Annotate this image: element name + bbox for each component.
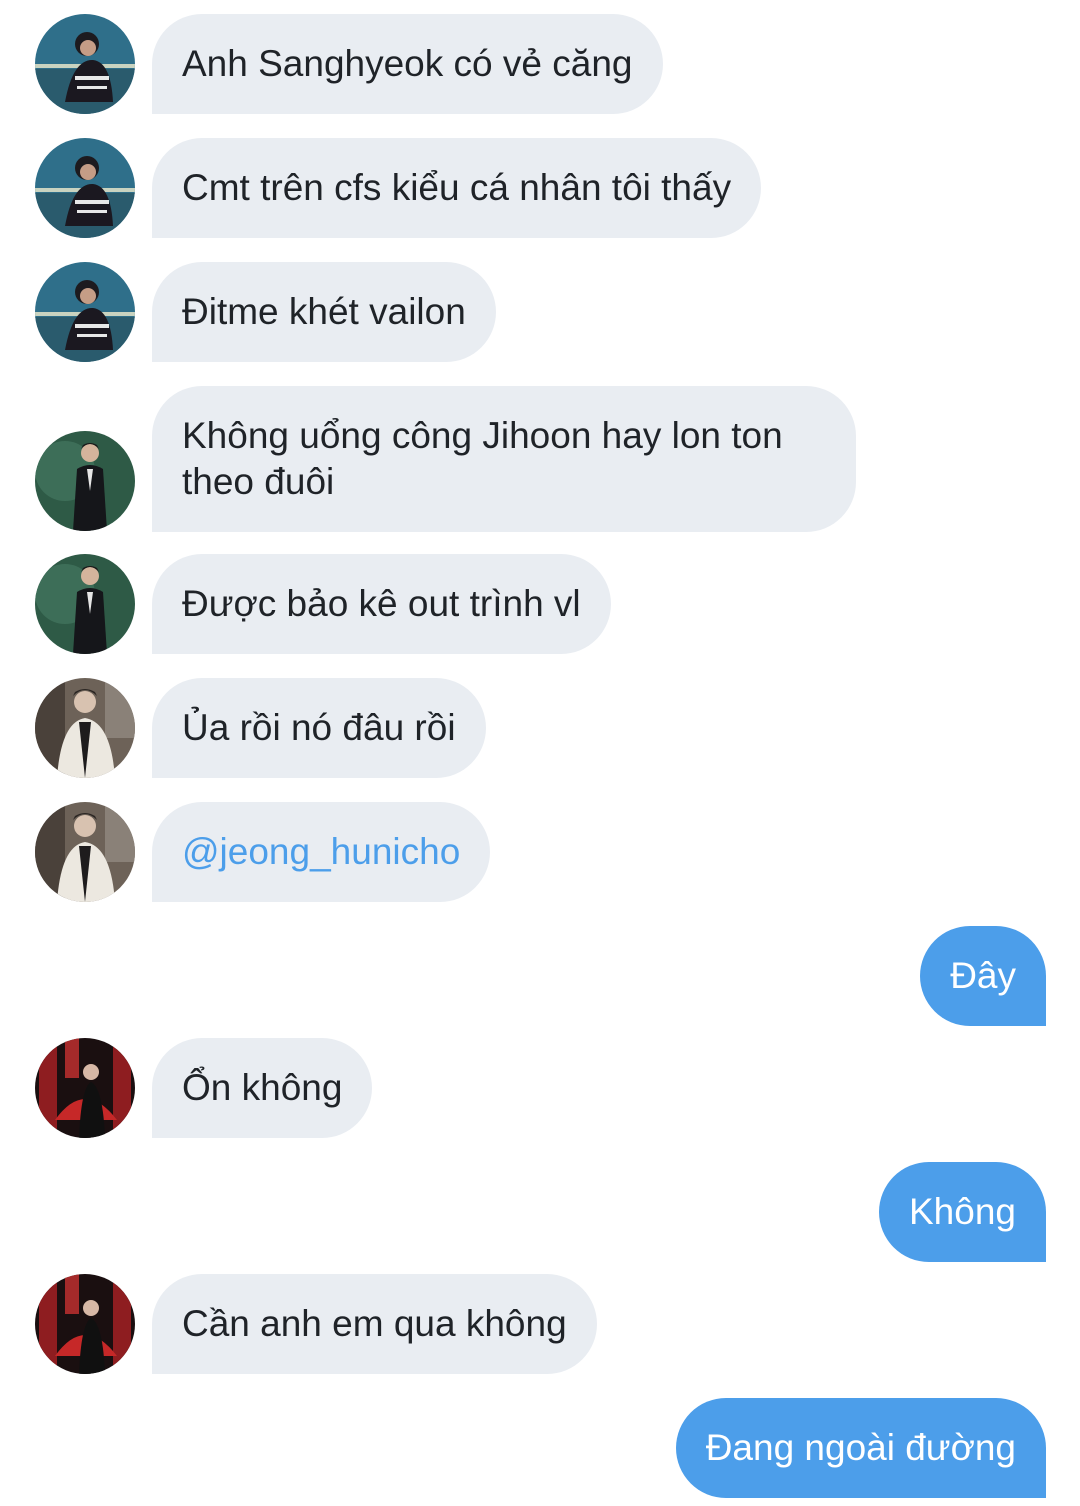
avatar-a-icon	[35, 262, 135, 362]
avatar-d-icon	[35, 1038, 135, 1138]
message-row: Không uổng công Jihoon hay lon ton theo …	[0, 386, 1080, 532]
message-bubble: @jeong_hunicho	[152, 802, 491, 902]
avatar-b-icon	[35, 554, 135, 654]
message-bubble-outgoing[interactable]: Đây	[920, 926, 1046, 1026]
avatar[interactable]	[35, 14, 135, 114]
message-bubble[interactable]: Được bảo kê out trình vl	[152, 554, 611, 654]
avatar-a-icon	[35, 14, 135, 114]
message-bubble[interactable]: Không uổng công Jihoon hay lon ton theo …	[152, 386, 856, 532]
mention-link[interactable]: @jeong_hunicho	[182, 831, 460, 872]
message-row: Ủa rồi nó đâu rồi	[0, 678, 1080, 778]
avatar-c-icon	[35, 678, 135, 778]
message-row: Cần anh em qua không	[0, 1274, 1080, 1374]
message-bubble[interactable]: Ổn không	[152, 1038, 373, 1138]
avatar[interactable]	[35, 1038, 135, 1138]
message-row: Đây	[0, 926, 1080, 1026]
message-bubble[interactable]: Ủa rồi nó đâu rồi	[152, 678, 486, 778]
avatar-a-icon	[35, 138, 135, 238]
avatar-d-icon	[35, 1274, 135, 1374]
message-bubble[interactable]: Anh Sanghyeok có vẻ căng	[152, 14, 663, 114]
avatar[interactable]	[35, 678, 135, 778]
avatar[interactable]	[35, 802, 135, 902]
message-row: Ổn không	[0, 1038, 1080, 1138]
message-bubble[interactable]: Cần anh em qua không	[152, 1274, 597, 1374]
avatar[interactable]	[35, 431, 135, 531]
message-row: Anh Sanghyeok có vẻ căng	[0, 14, 1080, 114]
avatar-b-icon	[35, 431, 135, 531]
message-bubble-outgoing[interactable]: Đang ngoài đường	[675, 1398, 1046, 1498]
message-bubble-outgoing[interactable]: Không	[879, 1162, 1046, 1262]
avatar-c-icon	[35, 802, 135, 902]
message-row: @jeong_hunicho	[0, 802, 1080, 902]
chat-thread: Anh Sanghyeok có vẻ căng Cmt trên cfs ki…	[0, 0, 1080, 1506]
message-row: Không	[0, 1162, 1080, 1262]
message-row: Được bảo kê out trình vl	[0, 554, 1080, 654]
message-bubble[interactable]: Đitme khét vailon	[152, 262, 496, 362]
avatar[interactable]	[35, 138, 135, 238]
avatar[interactable]	[35, 554, 135, 654]
message-row: Đitme khét vailon	[0, 262, 1080, 362]
message-row: Đang ngoài đường	[0, 1398, 1080, 1498]
message-bubble[interactable]: Cmt trên cfs kiểu cá nhân tôi thấy	[152, 138, 762, 238]
avatar[interactable]	[35, 1274, 135, 1374]
message-row: Cmt trên cfs kiểu cá nhân tôi thấy	[0, 138, 1080, 238]
avatar[interactable]	[35, 262, 135, 362]
